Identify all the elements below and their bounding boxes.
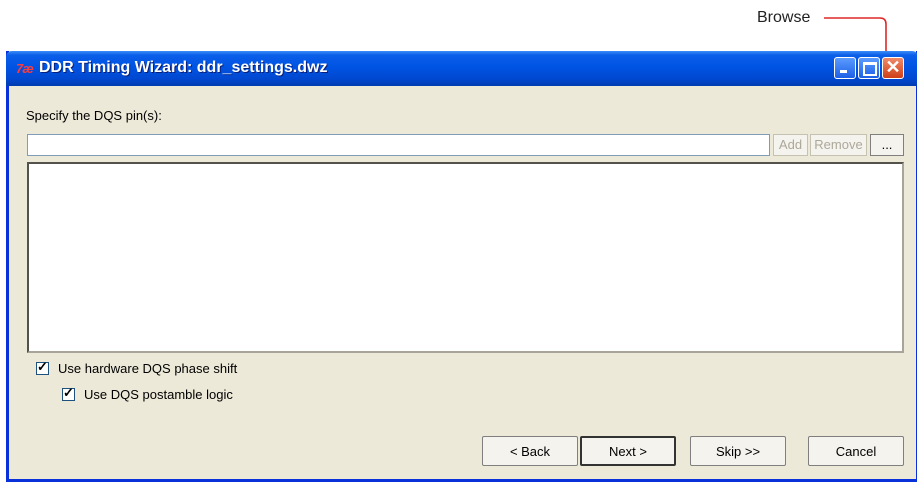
browse-button[interactable]: ...	[870, 134, 904, 156]
cancel-button[interactable]: Cancel	[808, 436, 904, 466]
use-dqs-postamble-row[interactable]: ✓ Use DQS postamble logic	[62, 385, 233, 402]
app-icon: 7æ	[16, 61, 34, 76]
use-dqs-postamble-checkbox[interactable]: ✓	[62, 385, 75, 401]
dqs-pin-list[interactable]	[27, 162, 904, 353]
use-dqs-postamble-label: Use DQS postamble logic	[84, 387, 233, 402]
checkmark-icon: ✓	[63, 385, 74, 400]
close-button[interactable]: ✕	[882, 57, 904, 79]
skip-button[interactable]: Skip >>	[690, 436, 786, 466]
window-title: DDR Timing Wizard: ddr_settings.dwz	[39, 59, 328, 76]
maximize-icon	[863, 62, 877, 76]
title-bar[interactable]: 7æ DDR Timing Wizard: ddr_settings.dwz ✕	[6, 51, 917, 86]
next-button[interactable]: Next >	[580, 436, 676, 466]
use-hw-dqs-phase-shift-checkbox[interactable]: ✓	[36, 359, 49, 375]
dqs-pin-input[interactable]	[27, 134, 770, 156]
remove-button[interactable]: Remove	[810, 134, 867, 156]
minimize-button[interactable]	[834, 57, 856, 79]
use-hw-dqs-phase-shift-label: Use hardware DQS phase shift	[58, 361, 238, 376]
use-hw-dqs-phase-shift-row[interactable]: ✓ Use hardware DQS phase shift	[36, 359, 238, 376]
maximize-button[interactable]	[858, 57, 880, 79]
back-button[interactable]: < Back	[482, 436, 578, 466]
specify-dqs-label: Specify the DQS pin(s):	[26, 108, 162, 123]
add-button[interactable]: Add	[773, 134, 808, 156]
minimize-icon	[840, 70, 847, 73]
close-icon: ✕	[885, 57, 901, 77]
checkmark-icon: ✓	[37, 359, 48, 374]
